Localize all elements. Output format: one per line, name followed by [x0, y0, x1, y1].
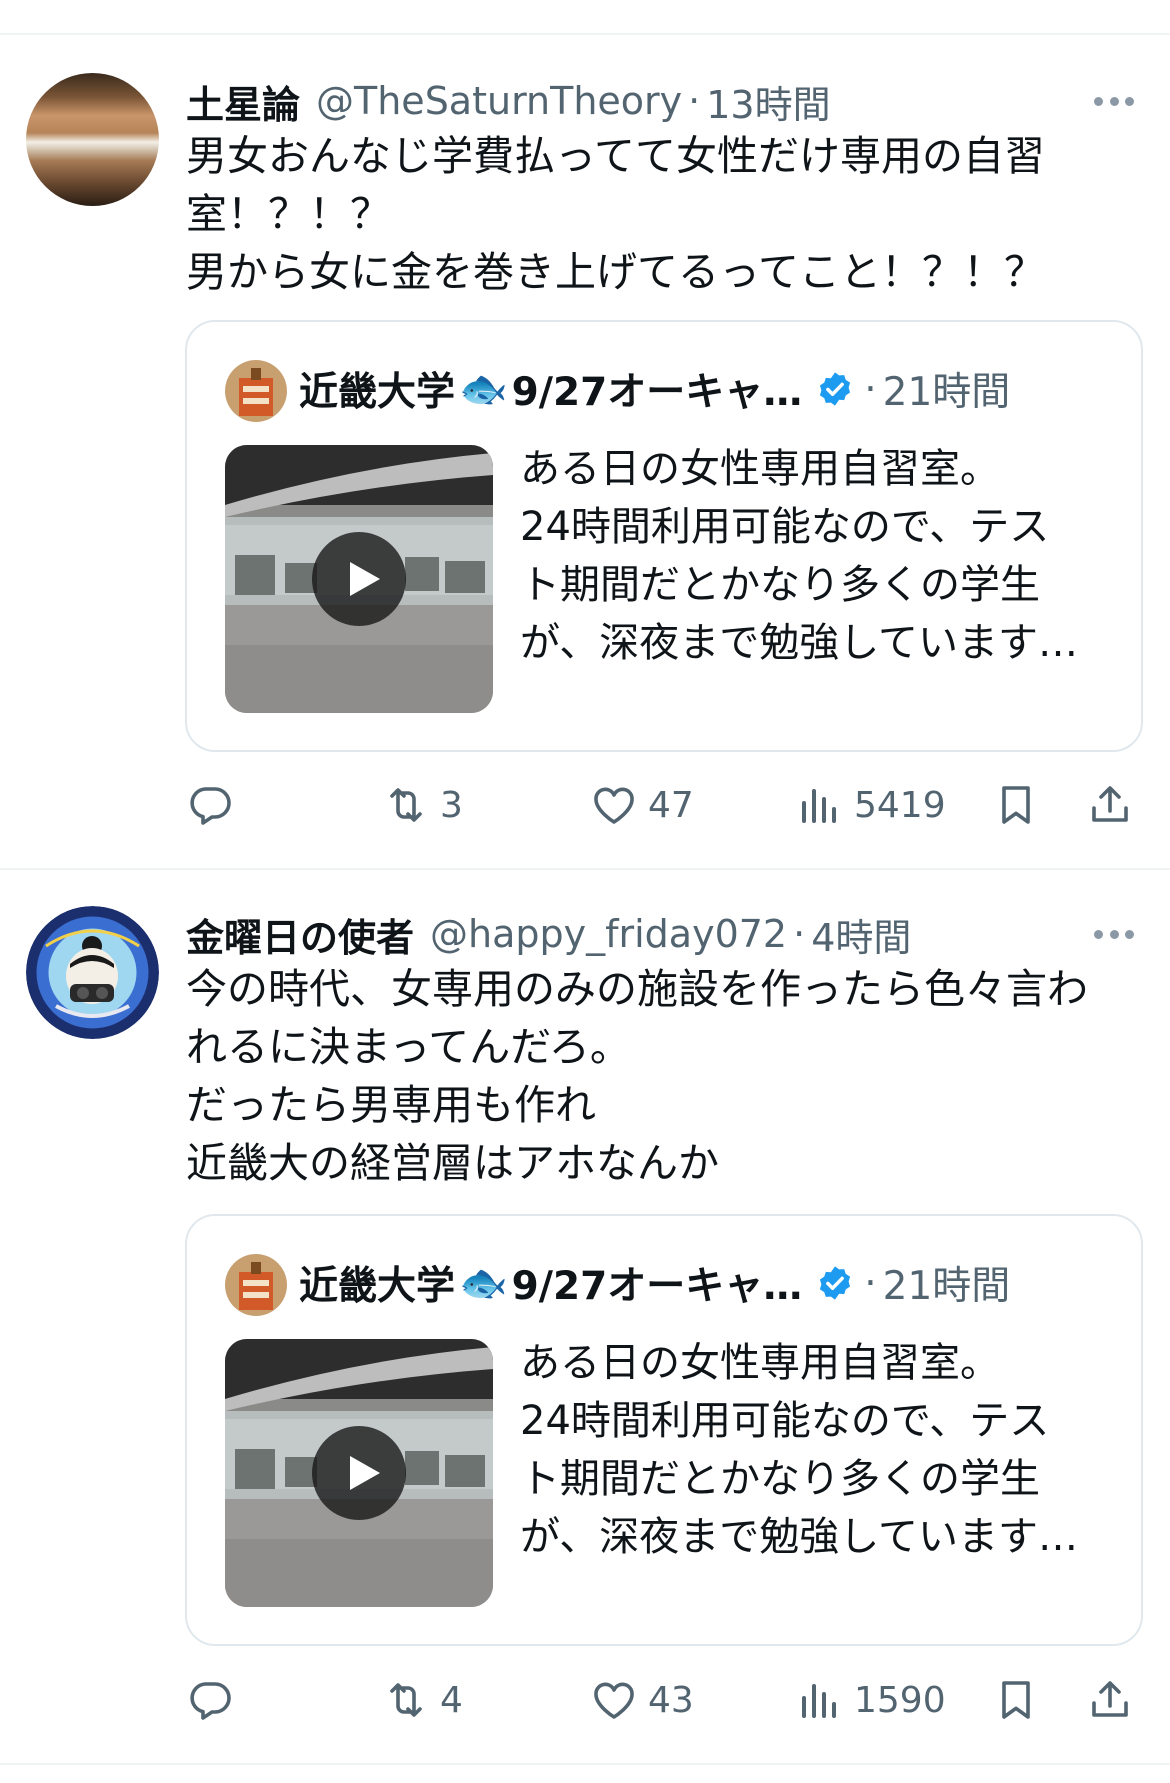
tweet-text-line: 室！？！？ — [186, 190, 391, 238]
verified-badge-icon — [820, 1266, 851, 1300]
quoted-text-line: が、深夜まで勉強しています… — [520, 620, 1078, 666]
separator-dot: · — [864, 1260, 877, 1306]
quoted-avatar — [225, 1254, 287, 1316]
separator-dot: · — [864, 366, 877, 412]
fish-emoji: 🐟 — [459, 1261, 508, 1306]
tweet-time[interactable]: 4時間 — [811, 907, 911, 962]
retweet-count: 4 — [440, 1679, 463, 1721]
retweet-button[interactable]: 4 — [382, 1670, 463, 1730]
quoted-header: 近畿大学 🐟 9/27オーキャ… · 21時間 — [299, 1252, 1010, 1314]
play-icon[interactable] — [312, 532, 406, 626]
bookmark-icon — [1002, 1681, 1030, 1719]
quoted-text-line: ある日の女性専用自習室。 — [520, 1340, 1000, 1386]
quoted-author-name: 近畿大学 — [299, 1264, 456, 1309]
quoted-name-suffix: 9/27オーキャ… — [511, 1264, 803, 1309]
quoted-author-name: 近畿大学 — [299, 370, 456, 415]
avatar-saturn[interactable] — [26, 73, 159, 206]
avatar-friday[interactable] — [26, 906, 159, 1039]
views-count: 1590 — [854, 1679, 946, 1721]
author-handle[interactable]: @happy_friday072 — [430, 912, 787, 956]
like-count: 47 — [648, 784, 694, 826]
quoted-text: ある日の女性専用自習室。 24時間利用可能なので、テス ト期間だとかなり多くの学… — [520, 440, 1120, 672]
quoted-text-line: ト期間だとかなり多くの学生 — [520, 562, 1040, 608]
verified-badge-icon — [820, 372, 851, 406]
author-name[interactable]: 金曜日の使者 — [186, 907, 414, 962]
reply-icon — [190, 1682, 231, 1720]
tweet-actions: 4 43 1590 — [186, 1670, 1146, 1730]
like-button[interactable]: 47 — [590, 775, 694, 835]
separator-dot: · — [793, 912, 806, 956]
tweet-header: 金曜日の使者 @happy_friday072 · 4時間 — [186, 906, 1050, 962]
bookmark-icon — [1002, 786, 1030, 824]
tweet-text: 今の時代、女専用のみの施設を作ったら色々言わ れるに決まってんだろ。 だったら男… — [186, 960, 1126, 1192]
heart-icon — [594, 1682, 634, 1719]
bookmark-button[interactable] — [992, 775, 1040, 835]
video-thumbnail[interactable] — [225, 1339, 493, 1607]
quoted-name-suffix: 9/27オーキャ… — [511, 370, 803, 415]
tweet-text: 男女おんなじ学費払ってて女性だけ専用の自習 室！？！？ 男から女に金を巻き上げて… — [186, 127, 1126, 301]
quoted-tweet[interactable]: 近畿大学 🐟 9/27オーキャ… · 21時間 ある日の女性専用自習室。 24時… — [185, 320, 1143, 752]
share-icon — [1092, 1681, 1128, 1717]
quoted-header: 近畿大学 🐟 9/27オーキャ… · 21時間 — [299, 358, 1010, 420]
retweet-icon — [390, 788, 422, 822]
share-button[interactable] — [1086, 775, 1134, 835]
quoted-avatar — [225, 360, 287, 422]
tweet-text-line: 男女おんなじ学費払ってて女性だけ専用の自習 — [186, 132, 1045, 180]
views-button[interactable]: 1590 — [796, 1670, 946, 1730]
bottom-divider — [0, 1763, 1170, 1765]
author-handle[interactable]: @TheSaturnTheory — [316, 79, 682, 123]
quoted-time: 21時間 — [882, 370, 1011, 415]
tweet-text-line: れるに決まってんだろ。 — [186, 1023, 631, 1071]
bookmark-button[interactable] — [992, 1670, 1040, 1730]
quoted-text: ある日の女性専用自習室。 24時間利用可能なので、テス ト期間だとかなり多くの学… — [520, 1334, 1120, 1566]
author-name[interactable]: 土星論 — [186, 74, 300, 129]
tweet-text-line: だったら男専用も作れ — [186, 1081, 596, 1129]
views-button[interactable]: 5419 — [796, 775, 946, 835]
reply-button[interactable] — [186, 1670, 244, 1730]
quoted-text-line: ト期間だとかなり多くの学生 — [520, 1456, 1040, 1502]
tweet-text-line: 今の時代、女専用のみの施設を作ったら色々言わ — [186, 965, 1088, 1013]
like-count: 43 — [648, 1679, 694, 1721]
play-icon[interactable] — [312, 1426, 406, 1520]
heart-icon — [594, 787, 634, 824]
fish-emoji: 🐟 — [459, 367, 508, 412]
quoted-text-line: 24時間利用可能なので、テス — [520, 1398, 1050, 1444]
more-icon[interactable] — [1090, 81, 1138, 121]
share-icon — [1092, 786, 1128, 822]
tweet[interactable]: 土星論 @TheSaturnTheory · 13時間 男女おんなじ学費払ってて… — [0, 35, 1170, 868]
more-icon[interactable] — [1090, 914, 1138, 954]
tweet-text-line: 近畿大の経営層はアホなんか — [186, 1139, 719, 1187]
tweet-time[interactable]: 13時間 — [706, 74, 830, 129]
reply-icon — [190, 787, 231, 825]
tweet-text-line: 男から女に金を巻き上げてるってこと！？！？ — [186, 248, 1045, 296]
views-count: 5419 — [854, 784, 946, 826]
quoted-tweet[interactable]: 近畿大学 🐟 9/27オーキャ… · 21時間 ある日の女性専用自習室。 24時… — [185, 1214, 1143, 1646]
share-button[interactable] — [1086, 1670, 1134, 1730]
retweet-icon — [390, 1683, 422, 1717]
reply-button[interactable] — [186, 775, 244, 835]
tweet[interactable]: 金曜日の使者 @happy_friday072 · 4時間 今の時代、女専用のみ… — [0, 870, 1170, 1763]
retweet-button[interactable]: 3 — [382, 775, 463, 835]
quoted-text-line: 24時間利用可能なので、テス — [520, 504, 1050, 550]
quoted-time: 21時間 — [882, 1264, 1011, 1309]
quoted-text-line: ある日の女性専用自習室。 — [520, 446, 1000, 492]
retweet-count: 3 — [440, 784, 463, 826]
views-icon — [802, 789, 836, 823]
separator-dot: · — [688, 79, 701, 123]
tweet-header: 土星論 @TheSaturnTheory · 13時間 — [186, 73, 1050, 129]
quoted-text-line: が、深夜まで勉強しています… — [520, 1514, 1078, 1560]
like-button[interactable]: 43 — [590, 1670, 694, 1730]
views-icon — [802, 1684, 836, 1718]
video-thumbnail[interactable] — [225, 445, 493, 713]
tweet-actions: 3 47 5419 — [186, 775, 1146, 835]
